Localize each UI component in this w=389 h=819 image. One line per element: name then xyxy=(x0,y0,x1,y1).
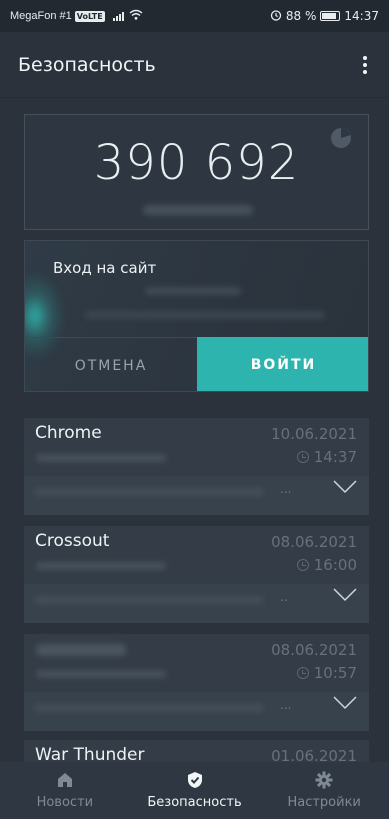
entry-account-blurred xyxy=(36,454,166,462)
entry-date: 10.06.2021 xyxy=(271,425,357,443)
entry-ellipsis: .. xyxy=(280,590,288,604)
login-details-blurred-2 xyxy=(85,311,325,319)
nav-item-settings[interactable]: Настройки xyxy=(259,762,389,819)
entry-ellipsis: ... xyxy=(280,698,292,712)
one-time-code: 390 692 xyxy=(93,135,300,191)
chevron-down-icon[interactable] xyxy=(333,696,357,710)
chevron-down-icon[interactable] xyxy=(333,480,357,494)
clock-icon xyxy=(296,667,309,679)
history-entry[interactable]: 08.06.2021 10:57 ... xyxy=(24,634,369,731)
entry-service-name: Chrome xyxy=(35,423,102,443)
nav-item-label: Новости xyxy=(36,795,94,810)
carrier-name: MegaFon #1 xyxy=(10,10,72,22)
nav-item-security[interactable]: Безопасность xyxy=(130,762,260,819)
history-entry[interactable]: Crossout 08.06.2021 16:00 .. xyxy=(24,526,369,623)
login-request-title: Вход на сайт xyxy=(53,259,157,277)
clock-time: 14:37 xyxy=(344,9,379,23)
entry-time: 10:57 xyxy=(313,664,357,682)
entry-time-row: 16:00 xyxy=(296,556,357,574)
alarm-icon xyxy=(270,9,282,24)
history-entry[interactable]: Chrome 10.06.2021 14:37 ... xyxy=(24,418,369,515)
battery-fill xyxy=(322,13,337,19)
entry-location-blurred xyxy=(34,704,264,712)
entry-time: 16:00 xyxy=(313,556,357,574)
code-card: 390 692 xyxy=(24,114,369,230)
nav-item-label: Безопасность xyxy=(147,795,242,810)
page-title: Безопасность xyxy=(18,53,156,76)
entry-time-row: 14:37 xyxy=(296,448,357,466)
volte-badge: VoLTE xyxy=(74,10,105,22)
battery-percent: 88 % xyxy=(285,9,317,23)
wifi-icon xyxy=(129,9,143,23)
login-details-blurred xyxy=(145,287,241,295)
app-bar: Безопасность xyxy=(0,32,389,98)
entry-location-blurred xyxy=(34,488,264,496)
nav-item-news[interactable]: Новости xyxy=(0,762,130,819)
status-bar: MegaFon #1 VoLTE 88 % 14:37 xyxy=(0,0,389,32)
gear-icon xyxy=(315,771,333,789)
pie-timer-icon xyxy=(331,128,351,148)
entry-date: 08.06.2021 xyxy=(271,533,357,551)
entry-time: 14:37 xyxy=(313,448,357,466)
entry-date: 08.06.2021 xyxy=(271,641,357,659)
entry-time-row: 10:57 xyxy=(296,664,357,682)
home-icon xyxy=(57,773,72,787)
bottom-nav: Новости Безопасность Настройки xyxy=(0,762,389,819)
clock-icon xyxy=(296,451,309,463)
entry-service-name: Crossout xyxy=(35,531,110,551)
cancel-button[interactable]: ОТМЕНА xyxy=(25,337,197,391)
clock-icon xyxy=(296,559,309,571)
battery-icon xyxy=(320,11,341,21)
entry-account-blurred xyxy=(36,562,166,570)
signal-icon xyxy=(112,11,124,21)
entry-ellipsis: ... xyxy=(280,482,292,496)
nav-item-label: Настройки xyxy=(287,795,361,810)
chevron-down-icon[interactable] xyxy=(333,588,357,602)
account-email-blurred xyxy=(143,205,253,215)
login-request-card: Вход на сайт ОТМЕНА ВОЙТИ xyxy=(24,240,369,392)
shield-check-icon xyxy=(187,772,202,788)
entry-location-blurred xyxy=(34,596,264,604)
entry-account-blurred xyxy=(36,670,166,678)
login-button[interactable]: ВОЙТИ xyxy=(197,337,368,391)
more-vert-icon[interactable] xyxy=(359,50,371,80)
entry-name-blurred xyxy=(36,644,126,656)
